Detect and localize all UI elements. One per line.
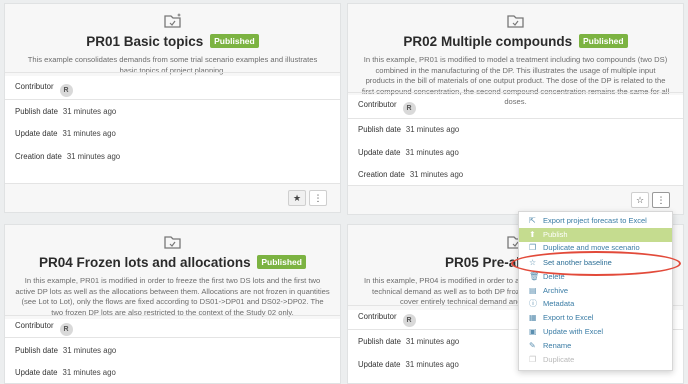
menu-item-publish[interactable]: ⬆ Publish bbox=[519, 228, 672, 242]
card-title[interactable]: PR04 Frozen lots and allocations bbox=[39, 255, 251, 270]
menu-item-label: Rename bbox=[543, 341, 572, 350]
avatar[interactable]: R bbox=[59, 323, 73, 336]
update-date-label: Update date bbox=[358, 148, 401, 157]
update-date-value: 31 minutes ago bbox=[405, 360, 459, 369]
contributor-label: Contributor bbox=[15, 321, 54, 330]
folder-check-icon bbox=[163, 236, 181, 249]
project-card-pr04[interactable]: PR04 Frozen lots and allocations Publish… bbox=[4, 224, 341, 384]
card-description: In this example, PR01 is modified in ord… bbox=[15, 276, 330, 317]
contributor-label: Contributor bbox=[15, 82, 54, 91]
card-title-row: PR04 Frozen lots and allocations Publish… bbox=[5, 255, 340, 270]
status-badge: Published bbox=[210, 34, 259, 48]
more-options-button[interactable]: ⋮ bbox=[309, 190, 327, 206]
update-date-row: Update date 31 minutes ago bbox=[358, 360, 459, 369]
excel-icon: ▦ bbox=[529, 313, 537, 322]
star-outline-icon: ☆ bbox=[635, 195, 645, 205]
card-title-row: PR02 Multiple compounds Published bbox=[348, 34, 683, 49]
card-footer: ☆ ⋮ bbox=[348, 185, 683, 214]
excel-update-icon: ▣ bbox=[529, 327, 537, 336]
kebab-icon: ⋮ bbox=[656, 195, 666, 205]
update-date-value: 31 minutes ago bbox=[62, 129, 116, 138]
creation-date-row: Creation date 31 minutes ago bbox=[15, 152, 120, 161]
menu-item-label: Archive bbox=[543, 286, 569, 295]
status-badge: Published bbox=[257, 255, 306, 269]
duplicate-icon: ❐ bbox=[529, 243, 537, 252]
highlight-ellipse bbox=[511, 251, 681, 276]
update-date-label: Update date bbox=[15, 129, 58, 138]
menu-item-archive[interactable]: ▤ Archive bbox=[519, 284, 672, 298]
contributor-row: Contributor R bbox=[15, 82, 73, 97]
creation-date-value: 31 minutes ago bbox=[409, 170, 464, 179]
publish-date-label: Publish date bbox=[358, 337, 401, 346]
publish-date-value: 31 minutes ago bbox=[62, 107, 117, 116]
duplicate-icon: ❐ bbox=[529, 355, 537, 364]
menu-item-label: Export project forecast to Excel bbox=[543, 216, 647, 225]
update-date-row: Update date 31 minutes ago bbox=[358, 148, 459, 157]
card-header: PR02 Multiple compounds Published In thi… bbox=[348, 4, 683, 106]
export-icon: ⇱ bbox=[529, 216, 536, 225]
publish-date-label: Publish date bbox=[15, 107, 58, 116]
card-title[interactable]: PR01 Basic topics bbox=[86, 34, 203, 49]
card-footer: ★ ⋮ bbox=[5, 183, 340, 212]
favorite-button[interactable]: ☆ bbox=[631, 192, 649, 208]
update-date-label: Update date bbox=[358, 360, 401, 369]
contributor-label: Contributor bbox=[358, 312, 397, 321]
menu-item-label: Publish bbox=[543, 230, 568, 239]
publish-date-label: Publish date bbox=[358, 125, 401, 134]
more-options-button[interactable]: ⋮ bbox=[652, 192, 670, 208]
creation-date-row: Creation date 31 minutes ago bbox=[358, 170, 463, 179]
card-title-row: PR01 Basic topics Published bbox=[5, 34, 340, 49]
creation-date-label: Creation date bbox=[358, 170, 405, 179]
creation-date-value: 31 minutes ago bbox=[66, 152, 121, 161]
star-filled-icon: ★ bbox=[292, 193, 302, 203]
update-date-value: 31 minutes ago bbox=[405, 148, 459, 157]
update-date-row: Update date 31 minutes ago bbox=[15, 129, 116, 138]
card-header: PR01 Basic topics Published This example… bbox=[5, 4, 340, 76]
publish-date-value: 31 minutes ago bbox=[405, 337, 460, 346]
avatar[interactable]: R bbox=[402, 314, 416, 327]
menu-item-update-excel[interactable]: ▣ Update with Excel bbox=[519, 325, 672, 339]
avatar[interactable]: R bbox=[402, 102, 416, 115]
publish-date-row: Publish date 31 minutes ago bbox=[358, 337, 459, 346]
folder-sparkle-icon bbox=[163, 13, 181, 28]
menu-item-metadata[interactable]: ⓘ Metadata bbox=[519, 297, 672, 311]
menu-item-label: Duplicate bbox=[543, 355, 575, 364]
folder-check-icon bbox=[506, 15, 524, 28]
publish-date-value: 31 minutes ago bbox=[62, 346, 117, 355]
menu-item-export-excel[interactable]: ▦ Export to Excel bbox=[519, 311, 672, 325]
info-icon: ⓘ bbox=[529, 299, 537, 308]
publish-date-row: Publish date 31 minutes ago bbox=[15, 107, 116, 116]
publish-date-row: Publish date 31 minutes ago bbox=[358, 125, 459, 134]
publish-icon: ⬆ bbox=[529, 230, 536, 239]
card-header: PR04 Frozen lots and allocations Publish… bbox=[5, 225, 340, 319]
contributor-row: Contributor R bbox=[358, 100, 416, 115]
update-date-label: Update date bbox=[15, 368, 58, 377]
project-card-pr02[interactable]: PR02 Multiple compounds Published In thi… bbox=[347, 3, 684, 215]
update-date-row: Update date 31 minutes ago bbox=[15, 368, 116, 377]
menu-item-label: Export to Excel bbox=[543, 313, 594, 322]
avatar[interactable]: R bbox=[59, 84, 73, 97]
favorite-button[interactable]: ★ bbox=[288, 190, 306, 206]
card-options-menu: ⇱ Export project forecast to Excel ⬆ Publi… bbox=[518, 211, 673, 371]
project-card-pr01[interactable]: PR01 Basic topics Published This example… bbox=[4, 3, 341, 213]
contributor-row: Contributor R bbox=[15, 321, 73, 336]
menu-item-rename[interactable]: ✎ Rename bbox=[519, 339, 672, 353]
publish-date-value: 31 minutes ago bbox=[405, 125, 460, 134]
archive-icon: ▤ bbox=[529, 286, 537, 295]
menu-item-label: Update with Excel bbox=[543, 327, 604, 336]
publish-date-row: Publish date 31 minutes ago bbox=[15, 346, 116, 355]
card-title[interactable]: PR02 Multiple compounds bbox=[403, 34, 572, 49]
publish-date-label: Publish date bbox=[15, 346, 58, 355]
status-badge: Published bbox=[578, 34, 628, 48]
contributor-row: Contributor R bbox=[358, 312, 416, 327]
update-date-value: 31 minutes ago bbox=[62, 368, 116, 377]
menu-item-duplicate: ❐ Duplicate bbox=[519, 353, 672, 367]
kebab-icon: ⋮ bbox=[313, 193, 323, 203]
menu-item-export-forecast[interactable]: ⇱ Export project forecast to Excel bbox=[519, 214, 672, 228]
rename-icon: ✎ bbox=[529, 341, 536, 350]
menu-item-label: Metadata bbox=[543, 299, 575, 308]
contributor-label: Contributor bbox=[358, 100, 397, 109]
creation-date-label: Creation date bbox=[15, 152, 62, 161]
